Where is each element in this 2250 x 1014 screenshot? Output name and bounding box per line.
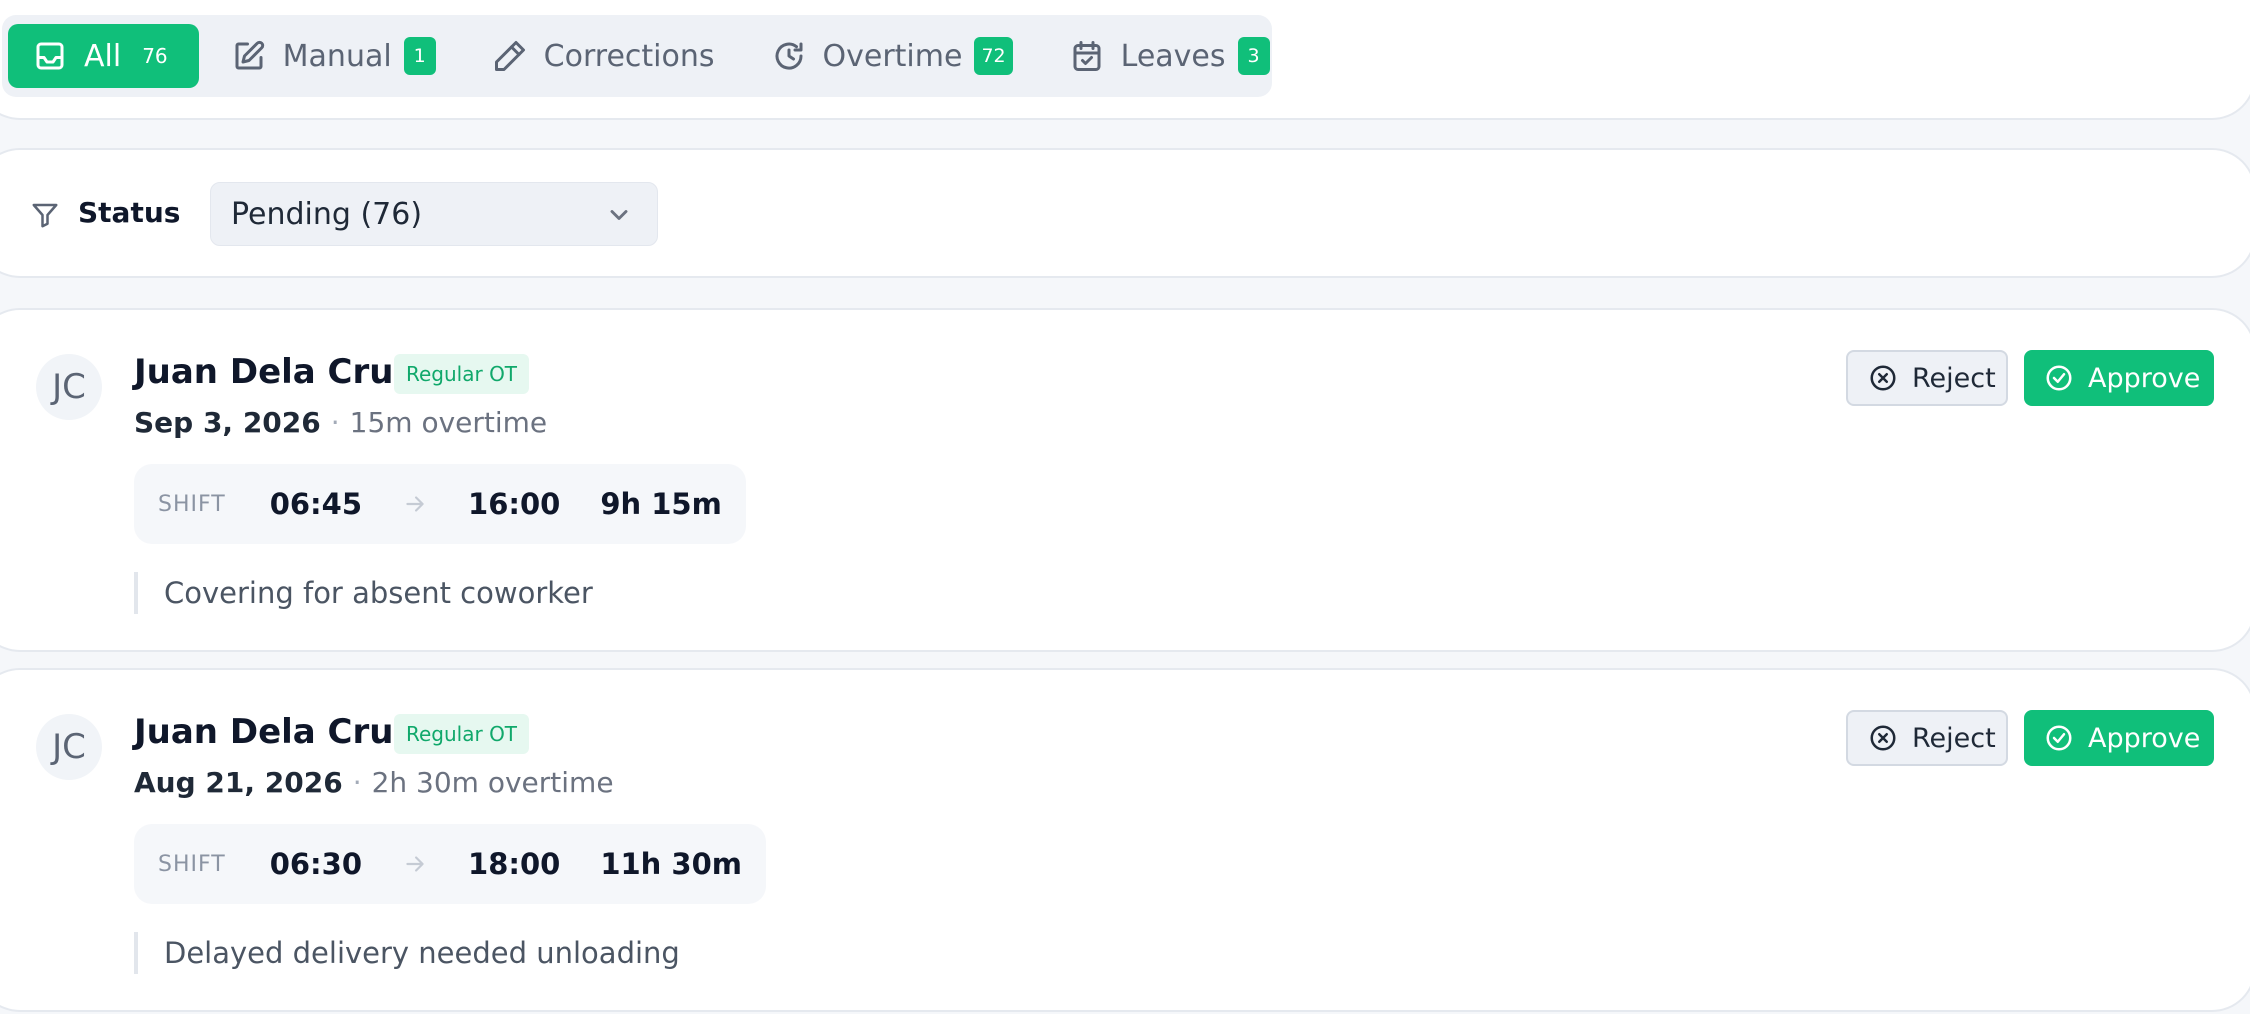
shift-end: 16:00	[468, 487, 561, 521]
status-select[interactable]: Pending (76)	[210, 182, 658, 246]
reject-button[interactable]: Reject	[1846, 710, 2008, 766]
inbox-icon	[36, 42, 64, 70]
reject-button[interactable]: Reject	[1846, 350, 2008, 406]
shift-duration: 9h 15m	[600, 487, 722, 521]
filter-card: Status Pending (76)	[0, 148, 2250, 278]
approve-button[interactable]: Approve	[2024, 710, 2214, 766]
shift-summary: SHIFT 06:30 18:00 11h 30m	[134, 824, 767, 904]
approve-button[interactable]: Approve	[2024, 350, 2214, 406]
request-date: Sep 3, 2026	[134, 406, 321, 439]
clock-rotate-icon	[775, 42, 803, 70]
tab-manual[interactable]: Manual 1	[207, 24, 460, 88]
overtime-request-card: JC Juan Dela Cruz Regular OT Sep 3, 2026…	[0, 308, 2250, 652]
check-circle-icon	[2046, 725, 2072, 751]
tab-leaves-label: Leaves	[1120, 38, 1226, 74]
x-circle-icon	[1870, 365, 1896, 391]
reject-button-label: Reject	[1912, 362, 1996, 394]
tab-all-count: 76	[142, 44, 168, 68]
ot-type-badge: Regular OT	[394, 354, 530, 394]
ot-type-badge: Regular OT	[394, 714, 530, 754]
request-date: Aug 21, 2026	[134, 766, 343, 799]
tabs-card: All 76 Manual 1 Corrections Overtime 72 …	[0, 0, 2250, 120]
status-filter-label: Status	[78, 196, 181, 229]
avatar: JC	[36, 354, 102, 420]
status-select-value: Pending (76)	[231, 196, 423, 232]
separator-dot: ·	[352, 766, 362, 799]
chevron-down-icon	[610, 210, 628, 220]
tab-leaves[interactable]: Leaves 3	[1045, 24, 1294, 88]
shift-duration: 11h 30m	[600, 847, 743, 881]
reject-button-label: Reject	[1912, 722, 1996, 754]
tab-all-label: All	[84, 38, 122, 74]
tab-all[interactable]: All 76	[8, 24, 199, 88]
employee-name: Juan Dela Cruz	[134, 352, 414, 392]
approve-button-label: Approve	[2088, 722, 2201, 754]
shift-end: 18:00	[468, 847, 561, 881]
tab-corrections-label: Corrections	[543, 38, 715, 74]
tab-leaves-count: 3	[1237, 37, 1270, 75]
check-circle-icon	[2046, 365, 2072, 391]
calendar-check-icon	[1073, 41, 1101, 71]
shift-summary: SHIFT 06:45 16:00 9h 15m	[134, 464, 746, 544]
tab-overtime[interactable]: Overtime 72	[747, 24, 1037, 88]
filter-icon	[32, 203, 58, 228]
x-circle-icon	[1870, 725, 1896, 751]
shift-label: SHIFT	[158, 851, 226, 877]
shift-start: 06:30	[269, 847, 363, 881]
approve-button-label: Approve	[2088, 362, 2201, 394]
request-reason: Delayed delivery needed unloading	[134, 932, 680, 974]
tab-corrections[interactable]: Corrections	[468, 24, 739, 88]
avatar: JC	[36, 714, 102, 780]
tab-manual-count: 1	[403, 37, 436, 75]
edit-square-icon	[235, 40, 264, 70]
shift-start: 06:45	[269, 487, 363, 521]
employee-name: Juan Dela Cruz	[134, 712, 414, 752]
tab-overtime-label: Overtime	[822, 38, 963, 74]
request-reason: Covering for absent coworker	[134, 572, 593, 614]
request-meta: Aug 21, 2026 · 2h 30m overtime	[134, 766, 614, 799]
arrow-right-icon	[406, 856, 424, 872]
shift-label: SHIFT	[158, 491, 226, 517]
arrow-right-icon	[406, 496, 424, 512]
separator-dot: ·	[330, 406, 340, 439]
request-meta: Sep 3, 2026 · 15m overtime	[134, 406, 547, 439]
overtime-amount: 15m overtime	[349, 406, 548, 439]
overtime-amount: 2h 30m overtime	[371, 766, 614, 799]
tab-bar: All 76 Manual 1 Corrections Overtime 72 …	[2, 15, 1272, 97]
tab-overtime-count: 72	[974, 37, 1013, 75]
overtime-request-card: JC Juan Dela Cruz Regular OT Aug 21, 202…	[0, 668, 2250, 1012]
tab-manual-label: Manual	[282, 38, 392, 74]
pencil-icon	[494, 41, 525, 71]
